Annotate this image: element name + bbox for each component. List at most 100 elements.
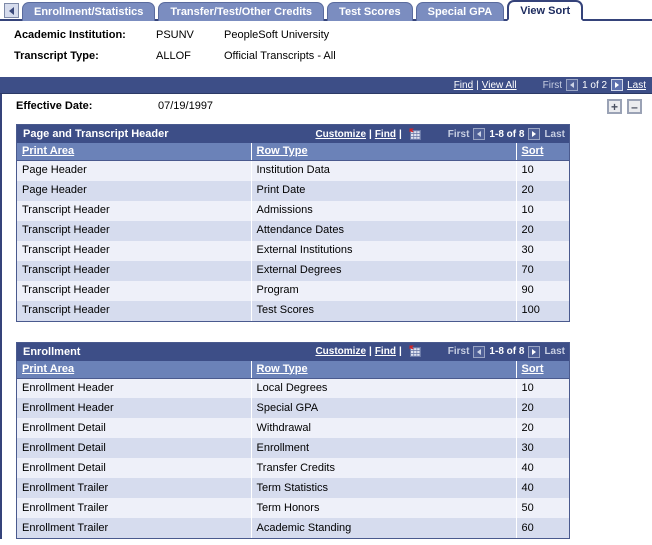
cell-row-type: Print Date	[251, 180, 517, 201]
left-triangle-icon	[570, 82, 575, 88]
customize-link[interactable]: Customize	[315, 129, 366, 140]
find-link[interactable]: Find	[454, 80, 473, 91]
table-row: Enrollment Trailer Term Statistics 40	[17, 478, 569, 498]
next-page-button[interactable]	[528, 345, 541, 358]
cell-sort: 10	[516, 378, 569, 398]
cell-row-type: Term Honors	[251, 498, 517, 518]
customize-link[interactable]: Customize	[315, 346, 366, 357]
cell-print-area: Transcript Header	[17, 260, 252, 281]
column-header-sort[interactable]: Sort	[516, 143, 569, 161]
table-row: Transcript Header Test Scores 100	[17, 300, 569, 321]
cell-sort: 20	[516, 418, 569, 438]
last-link[interactable]: Last	[544, 129, 565, 140]
cell-row-type: External Degrees	[251, 260, 517, 281]
academic-institution-label: Academic Institution:	[14, 29, 126, 41]
link-separator: |	[476, 79, 479, 91]
cell-print-area: Enrollment Detail	[17, 458, 252, 478]
left-triangle-icon	[477, 348, 482, 355]
cell-print-area: Enrollment Detail	[17, 438, 252, 458]
previous-page-button[interactable]	[473, 128, 486, 140]
cell-print-area: Enrollment Trailer	[17, 498, 252, 518]
cell-sort: 40	[516, 458, 569, 478]
find-link[interactable]: Find	[375, 129, 396, 140]
academic-institution-code: PSUNV	[156, 29, 194, 41]
column-header-row-type[interactable]: Row Type	[251, 360, 517, 379]
table-row: Transcript Header Program 90	[17, 280, 569, 301]
table-row: Enrollment Header Local Degrees 10	[17, 378, 569, 398]
grid-table: Print Area Row Type Sort Enrollment Head…	[17, 360, 569, 538]
grid-title-label: Enrollment	[23, 345, 81, 358]
last-link[interactable]: Last	[627, 80, 646, 91]
first-link[interactable]: First	[448, 346, 470, 357]
tab-bar: Enrollment/Statistics Transfer/Test/Othe…	[0, 0, 652, 21]
grid-0-body: Page Header Institution Data 10 Page Header…	[17, 160, 569, 321]
cell-print-area: Transcript Header	[17, 300, 252, 321]
next-row-button[interactable]	[611, 79, 624, 91]
cell-sort: 100	[516, 300, 569, 321]
tab-special-gpa[interactable]: Special GPA	[415, 2, 505, 21]
column-header-print-area[interactable]: Print Area	[17, 143, 252, 161]
table-row: Transcript Header External Institutions 30	[17, 240, 569, 261]
column-header-label: Sort	[521, 145, 544, 157]
view-all-link[interactable]: View All	[482, 80, 517, 91]
previous-page-button[interactable]	[473, 345, 486, 358]
cell-row-type: Academic Standing	[251, 518, 517, 538]
cell-print-area: Page Header	[17, 180, 252, 201]
transcript-type-row: Transcript Type: ALLOF Official Transcri…	[14, 50, 652, 71]
cell-row-type: Enrollment	[251, 438, 517, 458]
delete-row-button[interactable]: –	[627, 99, 642, 114]
add-row-button[interactable]: +	[607, 99, 622, 114]
last-link[interactable]: Last	[544, 346, 565, 357]
cell-row-type: Institution Data	[251, 160, 517, 181]
tab-view-sort[interactable]: View Sort	[507, 0, 584, 21]
row-action-buttons: + –	[607, 99, 642, 114]
table-row: Enrollment Trailer Academic Standing 60	[17, 518, 569, 538]
tab-enrollment-statistics[interactable]: Enrollment/Statistics	[22, 2, 156, 21]
grid-actions: Customize | Find | First 1-8 of 8 Last	[315, 128, 565, 141]
table-row: Enrollment Detail Withdrawal 20	[17, 418, 569, 438]
cell-sort: 10	[516, 200, 569, 221]
effective-date-label: Effective Date:	[16, 100, 93, 112]
spreadsheet-download-icon[interactable]	[409, 128, 422, 141]
grid-enrollment: Enrollment Customize | Find | First 1-8 …	[16, 341, 570, 539]
grid-table: Print Area Row Type Sort Page Header Inst…	[17, 143, 569, 321]
grid-title-label: Page and Transcript Header	[23, 128, 169, 140]
grid-spacer	[2, 322, 652, 340]
row-counter: 1 of 2	[582, 79, 608, 91]
column-header-label: Sort	[521, 362, 544, 375]
right-triangle-icon	[532, 131, 537, 137]
cell-sort: 50	[516, 498, 569, 518]
table-row: Transcript Header Admissions 10	[17, 200, 569, 221]
previous-row-button[interactable]	[566, 79, 579, 91]
cell-row-type: Program	[251, 280, 517, 301]
cell-print-area: Page Header	[17, 160, 252, 181]
table-row: Page Header Print Date 20	[17, 180, 569, 201]
column-header-print-area[interactable]: Print Area	[17, 360, 252, 379]
cell-print-area: Enrollment Trailer	[17, 478, 252, 498]
tab-test-scores[interactable]: Test Scores	[327, 2, 413, 21]
first-link[interactable]: First	[543, 80, 562, 91]
transcript-type-name: Official Transcripts - All	[224, 50, 336, 62]
cell-sort: 30	[516, 240, 569, 261]
table-header-row: Print Area Row Type Sort	[17, 143, 569, 161]
grid-title-bar: Enrollment Customize | Find | First 1-8 …	[17, 342, 569, 361]
grid-navigation-group: First 1-8 of 8 Last	[448, 128, 565, 140]
next-page-button[interactable]	[528, 128, 541, 140]
scroll-level-bar: Find | View All First 1 of 2 Last	[0, 77, 652, 94]
column-header-sort[interactable]: Sort	[516, 360, 569, 379]
previous-tab-group-button[interactable]	[4, 3, 19, 18]
left-triangle-icon	[477, 131, 482, 137]
grid-page-and-transcript-header: Page and Transcript Header Customize | F…	[16, 124, 570, 322]
first-link[interactable]: First	[448, 129, 470, 140]
cell-sort: 20	[516, 398, 569, 418]
cell-sort: 20	[516, 220, 569, 241]
link-separator: |	[369, 128, 372, 140]
table-row: Page Header Institution Data 10	[17, 160, 569, 181]
cell-row-type: Withdrawal	[251, 418, 517, 438]
link-separator: |	[398, 128, 402, 140]
column-header-row-type[interactable]: Row Type	[251, 143, 517, 161]
tab-transfer-test-other-credits[interactable]: Transfer/Test/Other Credits	[158, 2, 325, 21]
right-triangle-icon	[615, 82, 620, 88]
spreadsheet-download-icon[interactable]	[409, 345, 422, 358]
find-link[interactable]: Find	[375, 346, 396, 357]
